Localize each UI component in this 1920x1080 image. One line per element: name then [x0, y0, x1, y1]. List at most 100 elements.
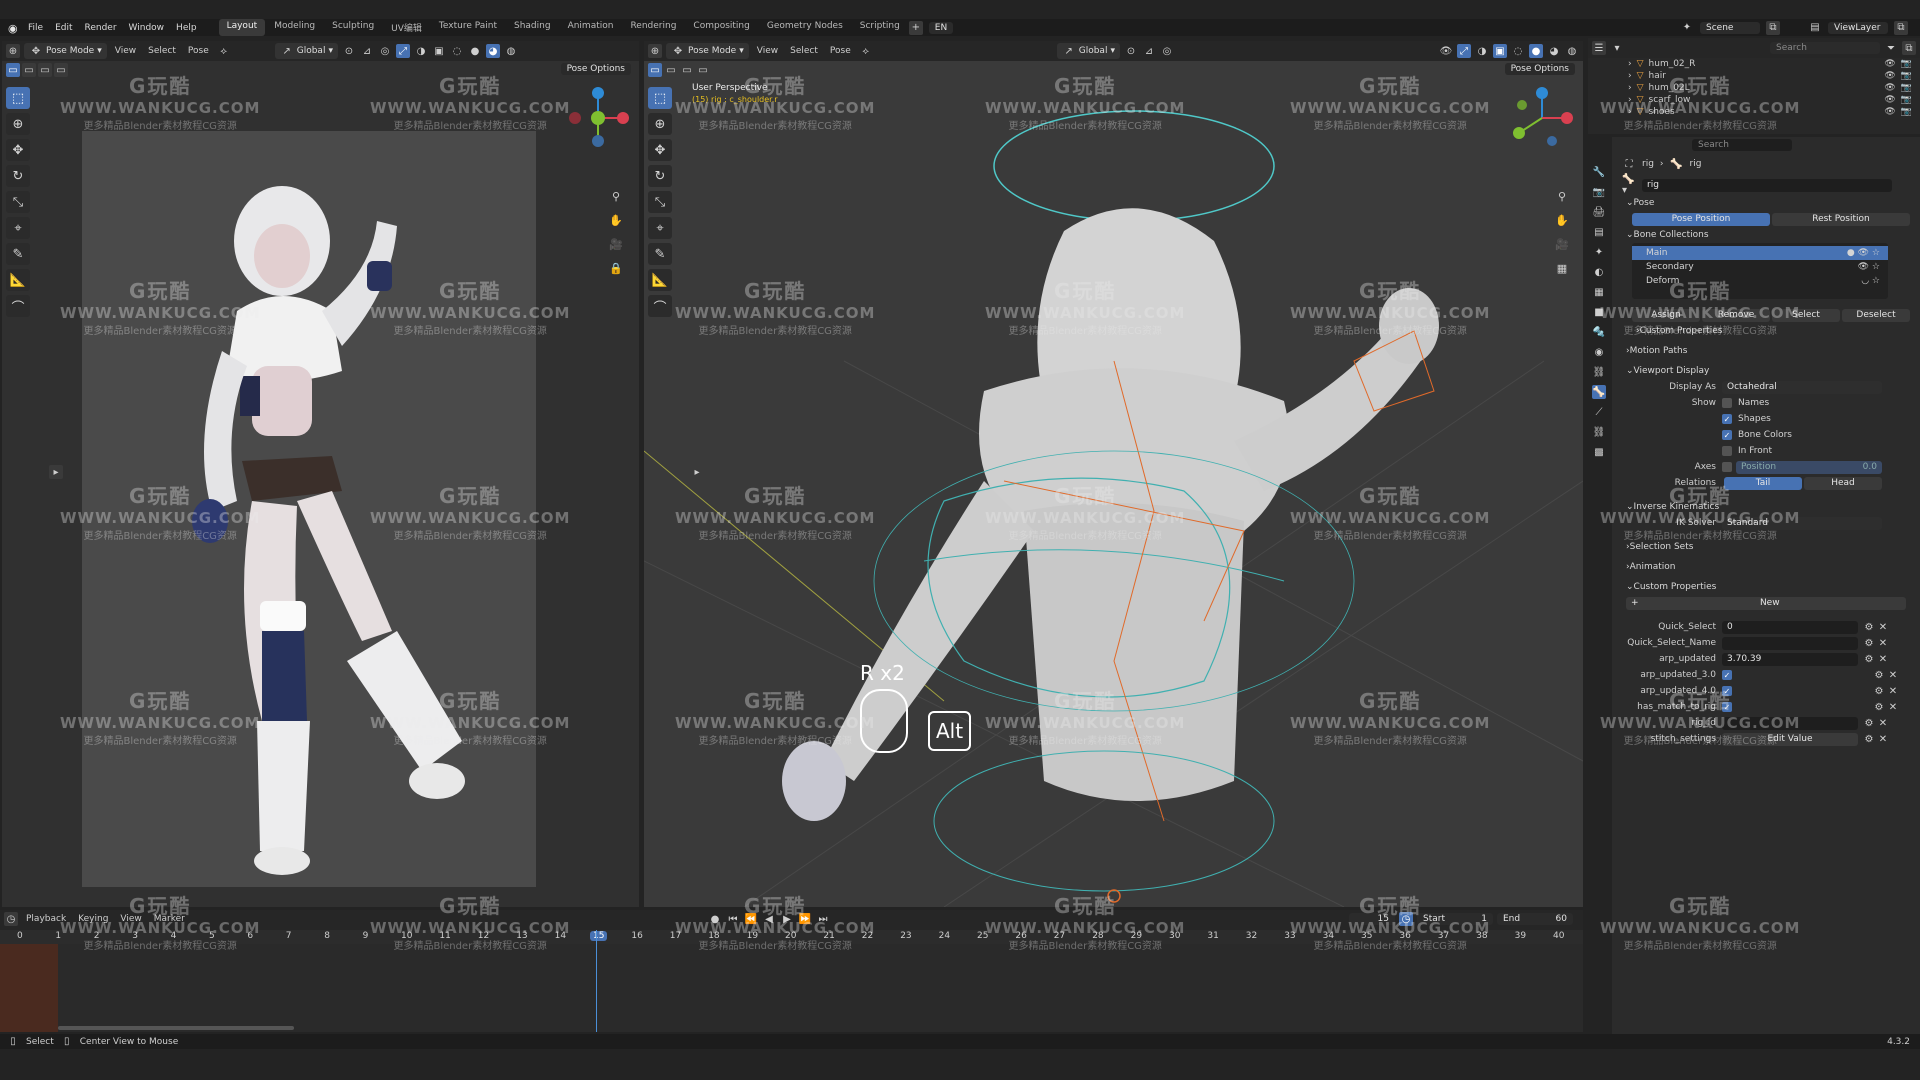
play-reverse-icon[interactable]: ◀ — [762, 912, 776, 926]
main-shading-material-icon[interactable]: ◕ — [1547, 44, 1561, 58]
select-extend-icon[interactable]: ▭ — [22, 63, 36, 77]
outliner-item[interactable]: › ▽ scarf_low 👁 📷 — [1628, 94, 1920, 106]
main-shading-solid-icon[interactable]: ● — [1529, 44, 1543, 58]
custom-prop-checkbox[interactable]: ✓ — [1722, 686, 1732, 696]
outliner-item[interactable]: › ▽ hum_02L 👁 📷 — [1628, 82, 1920, 94]
tool-tab-icon[interactable]: 🔧 — [1592, 165, 1606, 179]
outliner-item[interactable]: › ▽ hum_02_R 👁 📷 — [1628, 58, 1920, 70]
playhead[interactable] — [596, 930, 597, 1032]
render-camera-icon[interactable]: 📷 — [1901, 59, 1912, 69]
main-shading-render-icon[interactable]: ◍ — [1565, 44, 1579, 58]
select-button[interactable]: Select — [1772, 308, 1840, 322]
object-tab-icon[interactable]: ■ — [1592, 305, 1606, 319]
render-camera-icon[interactable]: 📷 — [1901, 83, 1912, 93]
cursor-icon[interactable]: ⊕ — [6, 113, 30, 135]
camera-view-icon[interactable]: 🎥 — [607, 235, 625, 253]
xray-icon[interactable]: ▣ — [432, 44, 446, 58]
add-workspace-icon[interactable]: + — [908, 20, 923, 35]
rest-position-button[interactable]: Rest Position — [1772, 212, 1910, 226]
custom-prop-field[interactable]: 3.70.39 — [1722, 652, 1858, 666]
data-name-field[interactable]: rig — [1642, 178, 1892, 192]
left-orientation-dropdown[interactable]: ↗ Global ▾ — [274, 43, 338, 59]
expand-arrow-icon[interactable]: › — [1628, 71, 1632, 81]
outliner-item[interactable]: › ▽ shoes 👁 📷 — [1628, 106, 1920, 118]
custom-prop-button[interactable]: Edit Value — [1722, 732, 1858, 746]
main-orientation-dropdown[interactable]: ↗ Global ▾ — [1056, 43, 1120, 59]
close-icon[interactable]: ✕ — [1876, 716, 1890, 730]
axes-checkbox[interactable] — [1722, 462, 1732, 472]
scale-icon[interactable]: ⤡ — [6, 191, 30, 213]
section-viewport-display[interactable]: ⌄ Viewport Display — [1612, 363, 1920, 379]
visibility-eye-icon[interactable]: 👁 — [1884, 83, 1895, 93]
scene-tab-icon[interactable]: ✦ — [1592, 245, 1606, 259]
measure-icon[interactable]: 📐 — [6, 269, 30, 291]
bone-tab-icon[interactable]: ⟋ — [1592, 405, 1606, 419]
subsection-custom-properties[interactable]: › Custom Properties — [1612, 323, 1920, 339]
workspace-tab-9[interactable]: Geometry Nodes — [759, 19, 851, 36]
jump-end-icon[interactable]: ⏭ — [816, 912, 830, 926]
gear-icon[interactable]: ⚙ — [1862, 716, 1876, 730]
expand-arrow-icon[interactable]: › — [1628, 107, 1632, 117]
outliner-editor-icon[interactable]: ☰ — [1592, 41, 1606, 55]
custom-prop-field[interactable]: 0 — [1722, 620, 1858, 634]
collection-secondary-visibility-icon[interactable]: 👁 ☆ — [1858, 262, 1880, 272]
outliner-item[interactable]: › ▽ hair 👁 📷 — [1628, 70, 1920, 82]
main-overlay-icon[interactable]: ◑ — [1475, 44, 1489, 58]
custom-prop-checkbox[interactable]: ✓ — [1722, 670, 1732, 680]
remove-button[interactable]: Remove — [1702, 308, 1770, 322]
timeline[interactable]: ◷ Playback Keying View Marker ● ⏮ ⏪ ◀ ▶ … — [0, 910, 1583, 1032]
timeline-track-area[interactable] — [0, 944, 1583, 1032]
main-menu-select[interactable]: Select — [786, 46, 822, 56]
timeline-menu-view[interactable]: View — [116, 914, 145, 924]
properties-search[interactable]: Search — [1692, 139, 1792, 151]
main-snap-icon[interactable]: ⊿ — [1142, 44, 1156, 58]
workspace-tab-6[interactable]: Animation — [560, 19, 622, 36]
main-region-toggle-icon[interactable]: ▸ — [690, 465, 704, 479]
display-as-dropdown[interactable]: Octahedral — [1722, 380, 1882, 394]
end-frame-field[interactable]: End 60 — [1497, 913, 1573, 925]
gear-icon[interactable]: ⚙ — [1862, 732, 1876, 746]
timeline-menu-keying[interactable]: Keying — [74, 914, 112, 924]
outliner-search[interactable]: Search — [1770, 42, 1880, 54]
select-invert-icon[interactable]: ▭ — [54, 63, 68, 77]
main-viewport[interactable]: ⊕ ✥ Pose Mode ▾ View Select Pose ⟡ ↗ Globa… — [644, 41, 1583, 907]
main-perspective-icon[interactable]: ▦ — [1553, 259, 1571, 277]
output-tab-icon[interactable]: 🖨 — [1592, 205, 1606, 219]
pose-position-button[interactable]: Pose Position — [1632, 212, 1770, 226]
bone-constraint-tab-icon[interactable]: ⛓ — [1592, 425, 1606, 439]
editor-type-icon[interactable]: ⊕ — [6, 44, 20, 58]
workspace-tab-1[interactable]: Modeling — [266, 19, 323, 36]
expand-arrow-icon[interactable]: › — [1628, 59, 1632, 69]
workspace-tab-0[interactable]: Layout — [218, 19, 266, 36]
collection-secondary[interactable]: Secondary 👁 ☆ — [1632, 260, 1888, 274]
section-custom-properties[interactable]: ⌄ Custom Properties — [1612, 579, 1920, 595]
visibility-eye-icon[interactable]: 👁 — [1884, 95, 1895, 105]
new-property-button[interactable]: + New — [1626, 596, 1906, 610]
custom-prop-field[interactable] — [1722, 636, 1858, 650]
workspace-tab-7[interactable]: Rendering — [622, 19, 684, 36]
timeline-menu-playback[interactable]: Playback — [22, 914, 70, 924]
timeline-scrollbar[interactable] — [58, 1026, 294, 1030]
gear-icon[interactable]: ⚙ — [1862, 636, 1876, 650]
ik-solver-dropdown[interactable]: Standard — [1722, 516, 1882, 530]
workspace-tab-8[interactable]: Compositing — [685, 19, 757, 36]
close-icon[interactable]: ✕ — [1886, 684, 1900, 698]
annotate-icon[interactable]: ✎ — [6, 243, 30, 265]
brush-icon[interactable]: ⟡ — [217, 44, 231, 58]
timeline-editor-icon[interactable]: ◷ — [4, 912, 18, 926]
section-motion-paths[interactable]: › Motion Paths — [1612, 343, 1920, 359]
menu-edit[interactable]: Edit — [55, 23, 72, 33]
main-menu-pose[interactable]: Pose — [826, 46, 855, 56]
left-axis-gizmo[interactable] — [563, 83, 633, 153]
render-camera-icon[interactable]: 📷 — [1901, 71, 1912, 81]
custom-prop-checkbox[interactable]: ✓ — [1722, 702, 1732, 712]
transform-icon[interactable]: ⌖ — [6, 217, 30, 239]
collection-main-visibility-icon[interactable]: ● 👁 ☆ — [1847, 248, 1880, 258]
armature-data-tab-icon[interactable]: 🦴 — [1592, 385, 1606, 399]
scene-selector[interactable]: ✦ Scene ⧉ — [1680, 20, 1780, 35]
new-viewlayer-icon[interactable]: ⧉ — [1894, 20, 1908, 35]
overlay-toggle-icon[interactable]: ◑ — [414, 44, 428, 58]
zoom-icon[interactable]: ⚲ — [607, 187, 625, 205]
scene-name[interactable]: Scene — [1700, 21, 1760, 34]
main-xray-icon[interactable]: ▣ — [1493, 44, 1507, 58]
